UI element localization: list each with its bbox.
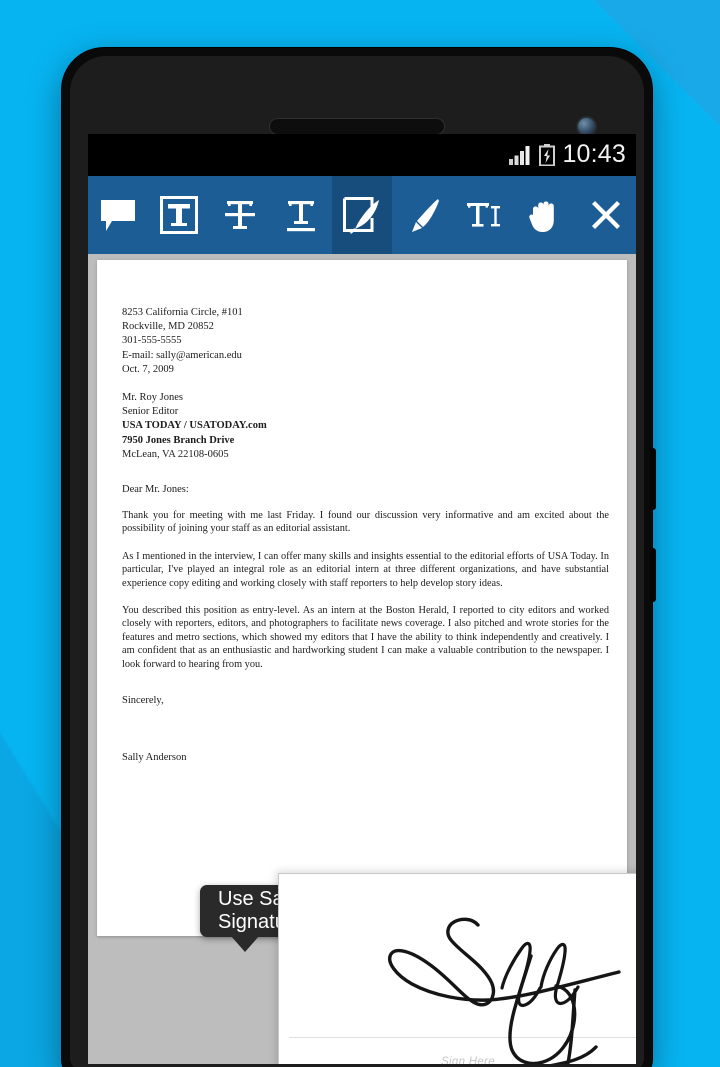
status-bar: 10:43 — [88, 134, 636, 176]
underline-t-icon — [287, 201, 316, 232]
hand-icon — [528, 201, 554, 232]
body-paragraph: Thank you for meeting with me last Frida… — [122, 510, 609, 535]
earpiece-speaker-icon — [269, 118, 445, 135]
annotation-toolbar — [88, 176, 636, 254]
body-paragraph: As I mentioned in the interview, I can o… — [122, 550, 609, 589]
power-button[interactable] — [650, 448, 656, 510]
signal-bars-icon — [509, 146, 530, 165]
signer-name: Sally Anderson — [122, 752, 187, 764]
recipient-address-line: Senior Editor — [122, 406, 179, 418]
boxed-t-icon — [160, 196, 199, 234]
menu-pointer-arrow — [231, 936, 259, 952]
signature-tool-button[interactable] — [331, 176, 393, 254]
paintbrush-icon — [411, 199, 439, 232]
phone-screen: 10:43 8253 California Circle, #101 Rockv… — [88, 134, 636, 1064]
signature-drawing-canvas[interactable]: Sign Here — [279, 874, 636, 1064]
status-bar-clock: 10:43 — [562, 139, 626, 168]
sender-address-line: 8253 California Circle, #101 — [122, 307, 243, 318]
salutation: Dear Mr. Jones: — [122, 484, 189, 496]
text-box-tool-button[interactable] — [149, 176, 210, 254]
front-camera-icon — [578, 118, 595, 135]
sender-address-block: 8253 California Circle, #101 Rockville, … — [122, 306, 609, 377]
document-page[interactable]: 8253 California Circle, #101 Rockville, … — [97, 260, 627, 936]
page-quill-icon — [343, 197, 379, 234]
strikethrough-t-icon — [225, 201, 256, 229]
speech-bubble-icon — [101, 200, 136, 231]
body-paragraph: You described this position as entry-lev… — [122, 605, 609, 670]
sender-address-line: Rockville, MD 20852 — [122, 321, 214, 333]
recipient-address-line: Mr. Roy Jones — [122, 392, 183, 404]
comment-tool-button[interactable] — [88, 176, 149, 254]
document-viewport[interactable]: 8253 California Circle, #101 Rockville, … — [88, 254, 636, 1064]
recipient-address-line: 7950 Jones Branch Drive — [122, 434, 235, 446]
strikethrough-tool-button[interactable] — [210, 176, 271, 254]
signature-ink-stroke — [388, 917, 621, 1064]
sender-address-line: 301-555-5555 — [122, 335, 182, 347]
pan-tool-button[interactable] — [514, 176, 575, 254]
underline-tool-button[interactable] — [271, 176, 332, 254]
recipient-address-line: USA TODAY / USATODAY.com — [122, 420, 267, 432]
volume-button[interactable] — [650, 548, 656, 602]
close-tool-button[interactable] — [575, 176, 636, 254]
battery-charging-icon — [539, 144, 556, 166]
typewriter-tool-button[interactable] — [453, 176, 514, 254]
phone-device-frame: 10:43 8253 California Circle, #101 Rockv… — [62, 48, 656, 1067]
recipient-address-line: McLean, VA 22108-0605 — [122, 448, 229, 460]
recipient-address-block: Mr. Roy Jones Senior Editor USA TODAY / … — [122, 391, 609, 462]
signature-dialog: Sign Here Cancel — [278, 873, 636, 1064]
sender-date-line: Oct. 7, 2009 — [122, 363, 174, 375]
t-cursor-icon — [466, 203, 500, 227]
close-x-icon — [591, 201, 620, 229]
sender-address-line: E-mail: sally@american.edu — [122, 349, 242, 361]
closing: Sincerely, — [122, 695, 164, 707]
draw-tool-button[interactable] — [392, 176, 453, 254]
document-content: 8253 California Circle, #101 Rockville, … — [122, 306, 609, 763]
